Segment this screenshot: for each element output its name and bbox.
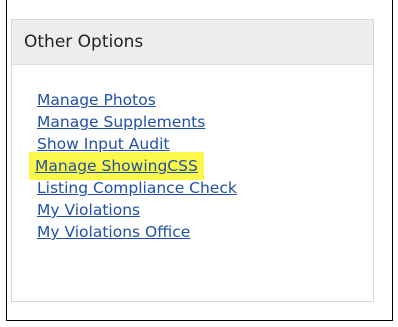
list-item: My Violations Office <box>35 221 239 243</box>
other-options-panel: Other Options Manage Photos Manage Suppl… <box>11 19 374 302</box>
manage-showingcss-link[interactable]: Manage ShowingCSS <box>29 152 204 180</box>
list-item: Manage ShowingCSS <box>29 152 239 180</box>
options-link-list: Manage Photos Manage Supplements Show In… <box>29 89 239 243</box>
manage-photos-link[interactable]: Manage Photos <box>35 91 158 109</box>
list-item: Manage Photos <box>35 89 239 111</box>
list-item: Listing Compliance Check <box>35 177 239 199</box>
listing-compliance-check-link[interactable]: Listing Compliance Check <box>35 179 239 197</box>
list-item: Manage Supplements <box>35 111 239 133</box>
panel-title: Other Options <box>12 20 373 65</box>
list-item: My Violations <box>35 199 239 221</box>
my-violations-link[interactable]: My Violations <box>35 201 142 219</box>
show-input-audit-link[interactable]: Show Input Audit <box>35 135 171 153</box>
manage-supplements-link[interactable]: Manage Supplements <box>35 113 207 131</box>
my-violations-office-link[interactable]: My Violations Office <box>35 223 192 241</box>
